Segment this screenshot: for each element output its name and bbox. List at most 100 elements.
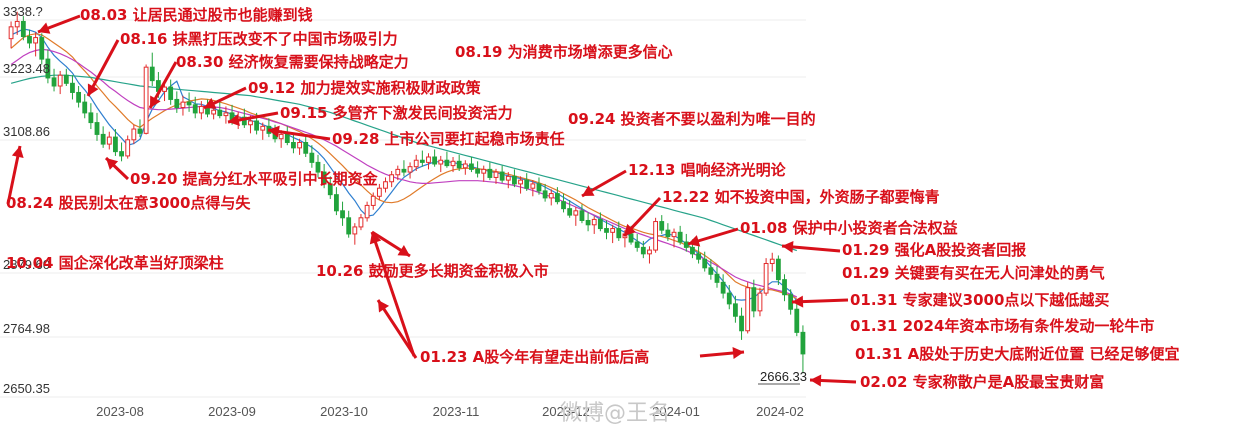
candle bbox=[634, 233, 640, 252]
candle bbox=[739, 307, 744, 340]
annotation-label: 08.03 让居民通过股市也能赚到钱 bbox=[80, 6, 313, 24]
candle-body bbox=[683, 241, 689, 248]
candle bbox=[462, 160, 468, 175]
candle-body bbox=[211, 109, 217, 115]
candle-body bbox=[659, 221, 665, 231]
candle bbox=[39, 33, 45, 65]
annotation-arrow bbox=[104, 156, 130, 181]
candle-body bbox=[27, 36, 32, 44]
candle-body bbox=[260, 125, 266, 131]
candle bbox=[677, 225, 683, 245]
candle-body bbox=[401, 168, 407, 173]
candle-body bbox=[395, 168, 401, 176]
candle bbox=[334, 187, 339, 216]
candle bbox=[389, 170, 395, 188]
candle bbox=[647, 246, 652, 264]
candle bbox=[426, 153, 431, 170]
candle-body bbox=[407, 166, 413, 173]
candle-body bbox=[33, 37, 39, 44]
candle-body bbox=[665, 229, 671, 238]
candle-body bbox=[376, 187, 382, 197]
candle-body bbox=[536, 183, 542, 192]
candle bbox=[487, 162, 493, 181]
candle-body bbox=[88, 112, 94, 124]
candle-body bbox=[432, 156, 438, 165]
annotation-label: 12.22 如不投资中国，外资肠子都要悔青 bbox=[662, 188, 940, 206]
candle-body bbox=[567, 208, 573, 216]
candle bbox=[720, 274, 726, 299]
annotation-label: 01.31 A股处于历史大底附近位置 已经足够便宜 bbox=[855, 345, 1180, 363]
annotation-label: 01.23 A股今年有望走出前低后高 bbox=[420, 348, 649, 366]
annotation-arrow bbox=[699, 347, 745, 359]
y-tick-label: 3223.48 bbox=[3, 61, 50, 76]
candle bbox=[383, 177, 388, 193]
candle bbox=[585, 212, 591, 232]
annotations: 08.03 让居民通过股市也能赚到钱 08.16 抹黑打压改变不了中国市场吸引力 0… bbox=[6, 6, 1180, 391]
candle-body bbox=[358, 217, 364, 228]
annotation-label: 08.19 为消费市场增添更多信心 bbox=[455, 43, 673, 61]
candle bbox=[769, 252, 775, 272]
candle-body bbox=[542, 190, 548, 199]
candle bbox=[82, 94, 88, 119]
annotation-label: 10.04 国企深化改革当好顶梁柱 bbox=[6, 254, 224, 272]
candle-body bbox=[389, 174, 395, 183]
candle-body bbox=[585, 219, 591, 226]
candle-body bbox=[548, 193, 554, 199]
candle-body bbox=[254, 120, 260, 131]
candle bbox=[303, 135, 309, 158]
candle bbox=[800, 325, 806, 374]
candle bbox=[659, 215, 665, 234]
candle-body bbox=[217, 109, 223, 117]
annotation-label: 09.12 加力提效实施积极财政政策 bbox=[248, 79, 482, 97]
candle-body bbox=[125, 139, 131, 157]
candle-body bbox=[800, 331, 806, 355]
candle-body bbox=[51, 77, 57, 87]
candle-body bbox=[364, 204, 370, 219]
candle bbox=[149, 52, 155, 86]
candle-body bbox=[119, 151, 124, 157]
candle-body bbox=[561, 201, 566, 210]
x-tick-label: 2023-09 bbox=[208, 404, 256, 419]
candle-body bbox=[647, 249, 652, 255]
candle bbox=[573, 207, 579, 226]
candle bbox=[33, 32, 39, 57]
y-tick-label: 2764.98 bbox=[3, 321, 50, 336]
candle bbox=[94, 112, 100, 141]
candlestick-chart: 3338.?3223.483108.862879.602764.982650.3… bbox=[0, 4, 1180, 426]
candle bbox=[88, 103, 94, 130]
candle-body bbox=[106, 136, 112, 145]
candle-body bbox=[512, 175, 517, 185]
candle bbox=[70, 75, 75, 100]
arrow-head bbox=[782, 240, 794, 253]
candle bbox=[180, 95, 186, 116]
candle-body bbox=[94, 122, 100, 135]
candle-body bbox=[469, 163, 474, 170]
candle bbox=[419, 150, 425, 167]
candle bbox=[683, 233, 689, 252]
candle-body bbox=[57, 74, 63, 87]
candle-body bbox=[340, 210, 345, 219]
candle bbox=[63, 68, 69, 86]
candle-body bbox=[634, 241, 640, 248]
candle bbox=[438, 155, 444, 173]
candle bbox=[481, 165, 487, 182]
arrow-head bbox=[732, 347, 744, 359]
candle-body bbox=[591, 218, 597, 226]
candle bbox=[364, 201, 370, 222]
candle-body bbox=[628, 233, 634, 243]
candle-body bbox=[370, 195, 376, 206]
candle-body bbox=[481, 168, 487, 174]
candle-body bbox=[76, 91, 81, 103]
candle bbox=[186, 92, 192, 112]
candle bbox=[174, 91, 180, 113]
candle-body bbox=[763, 263, 769, 294]
candle bbox=[512, 169, 517, 188]
candle bbox=[284, 126, 290, 146]
candle-body bbox=[782, 279, 787, 296]
candle-body bbox=[137, 128, 143, 134]
candle bbox=[763, 258, 769, 296]
candle-body bbox=[573, 210, 579, 216]
candle-body bbox=[346, 217, 352, 235]
annotation-arrow bbox=[781, 240, 841, 253]
candle-body bbox=[456, 160, 462, 169]
